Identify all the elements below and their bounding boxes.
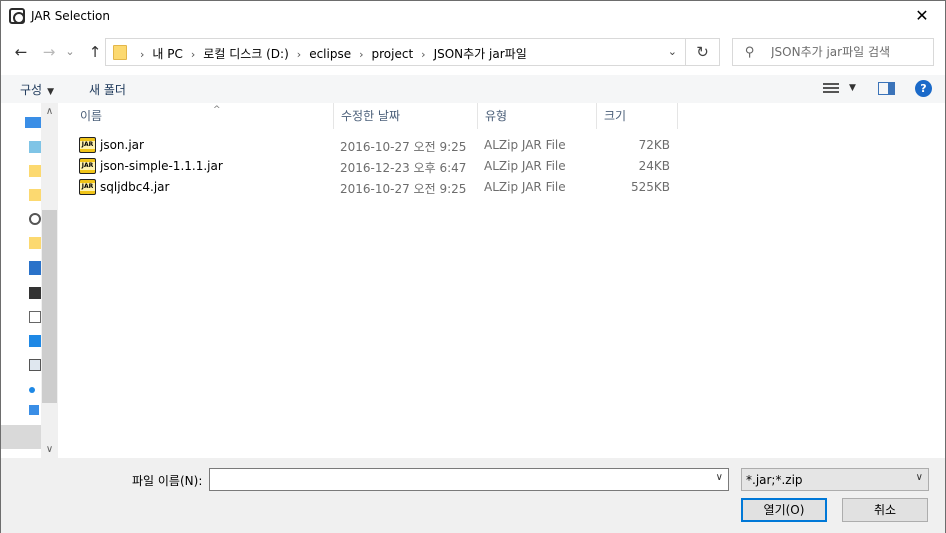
jar-file-icon <box>79 158 96 174</box>
file-size: 525KB <box>630 180 670 194</box>
sort-ascending-icon: ^ <box>213 105 221 115</box>
file-type: ALZip JAR File <box>484 180 566 194</box>
dialog-footer: 파일 이름(N): ∨ *.jar;*.zip ∨ 열기(O) 취소 <box>1 458 945 533</box>
app-icon <box>9 8 25 24</box>
filename-label: 파일 이름(N): <box>132 474 203 488</box>
chevron-right-icon[interactable]: › <box>183 48 203 61</box>
caret-down-icon[interactable]: ▼ <box>849 83 856 93</box>
video-icon[interactable] <box>29 287 41 299</box>
search-input[interactable] <box>771 44 929 60</box>
jar-file-icon <box>79 137 96 153</box>
document-icon[interactable] <box>29 311 41 323</box>
column-header-type[interactable]: 유형 <box>478 103 597 129</box>
column-header-name[interactable]: 이름 ^ <box>73 103 334 129</box>
chevron-right-icon[interactable]: › <box>351 48 371 61</box>
open-button[interactable]: 열기(O) <box>741 498 827 522</box>
up-arrow-icon[interactable]: ↑ <box>84 41 106 63</box>
breadcrumb-item-current-folder[interactable]: JSON추가 jar파일 <box>434 45 527 62</box>
file-row[interactable]: sqljdbc4.jar 2016-10-27 오전 9:25 ALZip JA… <box>59 177 679 198</box>
file-size: 24KB <box>638 159 670 173</box>
forward-arrow-icon[interactable]: → <box>38 41 60 63</box>
file-size: 72KB <box>638 138 670 152</box>
column-header-name-label: 이름 <box>80 109 103 123</box>
pictures-icon[interactable] <box>29 359 41 371</box>
cancel-button[interactable]: 취소 <box>842 498 928 522</box>
chevron-down-icon[interactable]: ∨ <box>716 472 723 483</box>
file-type: ALZip JAR File <box>484 159 566 173</box>
windows-drive-icon[interactable] <box>29 405 39 415</box>
chevron-down-icon[interactable]: ⌄ <box>668 45 677 58</box>
chevron-right-icon[interactable]: › <box>413 48 433 61</box>
file-type: ALZip JAR File <box>484 138 566 152</box>
breadcrumb-item-eclipse[interactable]: eclipse <box>309 47 351 61</box>
preview-pane-icon[interactable] <box>878 82 895 95</box>
music-icon[interactable] <box>29 387 35 393</box>
file-name: json.jar <box>100 138 144 152</box>
jar-file-icon <box>79 179 96 195</box>
file-name: json-simple-1.1.1.jar <box>100 159 223 173</box>
search-box[interactable]: ⚲ <box>732 38 934 66</box>
breadcrumb-item-project[interactable]: project <box>372 47 414 61</box>
file-type-filter[interactable]: *.jar;*.zip ∨ <box>741 468 929 491</box>
file-row[interactable]: json.jar 2016-10-27 오전 9:25 ALZip JAR Fi… <box>59 135 679 156</box>
folder-icon[interactable] <box>29 237 41 249</box>
back-arrow-icon[interactable]: ← <box>10 41 32 63</box>
recent-locations-icon[interactable]: ⌄ <box>63 41 77 63</box>
file-row[interactable]: json-simple-1.1.1.jar 2016-12-23 오후 6:47… <box>59 156 679 177</box>
column-header-modified[interactable]: 수정한 날짜 <box>334 103 478 129</box>
selected-nav-item[interactable] <box>1 425 41 449</box>
scroll-down-icon[interactable]: ∨ <box>41 441 57 458</box>
navigation-pane[interactable]: ∧ ∨ <box>1 103 58 458</box>
window-title: JAR Selection <box>31 9 110 23</box>
help-icon[interactable]: ? <box>915 80 932 97</box>
toolbar: 구성 ▼ 새 폴더 ▼ ? <box>1 75 945 103</box>
desktop-icon[interactable] <box>29 335 41 347</box>
refresh-button[interactable]: ↻ <box>686 38 720 66</box>
file-dialog: JAR Selection ✕ ← → ⌄ ↑ › 내 PC › 로컬 디스크 (D:… <box>0 0 946 533</box>
title-bar: JAR Selection ✕ <box>1 1 945 31</box>
new-folder-button[interactable]: 새 폴더 <box>89 81 126 98</box>
column-header-size[interactable]: 크기 <box>597 103 678 129</box>
camera-icon[interactable] <box>29 213 41 225</box>
file-list: 이름 ^ 수정한 날짜 유형 크기 json.jar 2016-10-27 오전… <box>59 103 945 458</box>
chevron-right-icon[interactable]: › <box>289 48 309 61</box>
folder-icon[interactable] <box>29 189 41 201</box>
file-name: sqljdbc4.jar <box>100 180 170 194</box>
caret-down-icon: ▼ <box>47 87 55 97</box>
downloads-icon[interactable] <box>29 261 41 275</box>
file-modified: 2016-12-23 오후 6:47 <box>340 161 467 175</box>
this-pc-icon[interactable] <box>25 117 41 128</box>
filename-input[interactable] <box>213 472 703 487</box>
search-icon: ⚲ <box>745 45 755 60</box>
scrollbar[interactable]: ∧ ∨ <box>41 103 57 458</box>
scroll-up-icon[interactable]: ∧ <box>41 103 57 120</box>
breadcrumb: › 내 PC › 로컬 디스크 (D:) › eclipse › project › JSON추가… <box>132 45 527 61</box>
file-modified: 2016-10-27 오전 9:25 <box>340 140 467 154</box>
file-type-filter-value: *.jar;*.zip <box>746 473 803 487</box>
filename-combobox[interactable]: ∨ <box>209 468 729 491</box>
close-button[interactable]: ✕ <box>899 1 945 31</box>
organize-label: 구성 <box>20 83 43 97</box>
organize-button[interactable]: 구성 ▼ <box>20 81 54 98</box>
chevron-down-icon[interactable]: ∨ <box>916 472 923 483</box>
view-list-icon[interactable] <box>823 83 839 95</box>
folder-icon <box>113 45 127 60</box>
address-bar[interactable]: › 내 PC › 로컬 디스크 (D:) › eclipse › project › JSON추가… <box>105 38 686 66</box>
3d-objects-icon[interactable] <box>29 141 41 153</box>
folder-icon[interactable] <box>29 165 41 177</box>
file-modified: 2016-10-27 오전 9:25 <box>340 182 467 196</box>
chevron-right-icon[interactable]: › <box>132 48 152 61</box>
scrollbar-thumb[interactable] <box>42 210 57 403</box>
breadcrumb-item-my-pc[interactable]: 내 PC <box>152 45 182 62</box>
breadcrumb-item-local-disk[interactable]: 로컬 디스크 (D:) <box>203 45 288 62</box>
